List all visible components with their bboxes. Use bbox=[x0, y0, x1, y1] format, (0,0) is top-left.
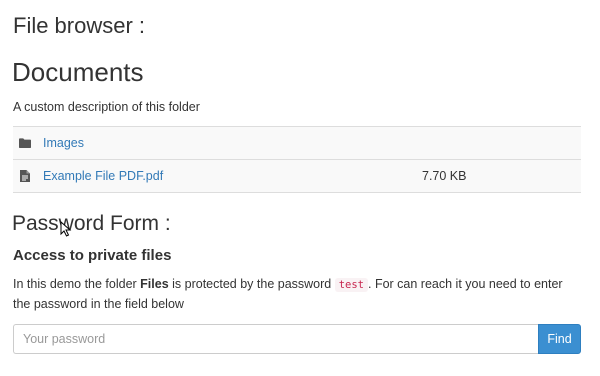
file-row-images[interactable]: Images bbox=[13, 127, 581, 160]
password-instructions: In this demo the folder Files is protect… bbox=[13, 275, 583, 314]
access-subheading: Access to private files bbox=[13, 247, 172, 264]
file-size: 7.70 KB bbox=[422, 169, 467, 183]
folder-title: Documents bbox=[12, 57, 144, 87]
file-link-images[interactable]: Images bbox=[43, 136, 84, 150]
file-list: Images Example File PDF.pdf 7.70 KB bbox=[13, 126, 581, 193]
password-input[interactable] bbox=[13, 324, 538, 354]
password-input-group: Find bbox=[13, 324, 581, 354]
file-browser-heading: File browser : bbox=[13, 13, 146, 38]
instructions-text-middle: is protected by the password bbox=[168, 277, 335, 291]
protected-folder-name: Files bbox=[140, 277, 169, 291]
file-icon bbox=[19, 170, 31, 182]
instructions-text-start: In this demo the folder bbox=[13, 277, 141, 291]
password-code: test bbox=[334, 278, 369, 292]
mouse-cursor-icon bbox=[60, 221, 72, 237]
find-button[interactable]: Find bbox=[538, 324, 581, 354]
folder-description: A custom description of this folder bbox=[13, 100, 200, 114]
folder-icon bbox=[19, 137, 31, 149]
file-link-example-pdf[interactable]: Example File PDF.pdf bbox=[43, 169, 163, 183]
password-form-heading: Password Form : bbox=[12, 212, 171, 235]
file-row-pdf[interactable]: Example File PDF.pdf 7.70 KB bbox=[13, 160, 581, 193]
